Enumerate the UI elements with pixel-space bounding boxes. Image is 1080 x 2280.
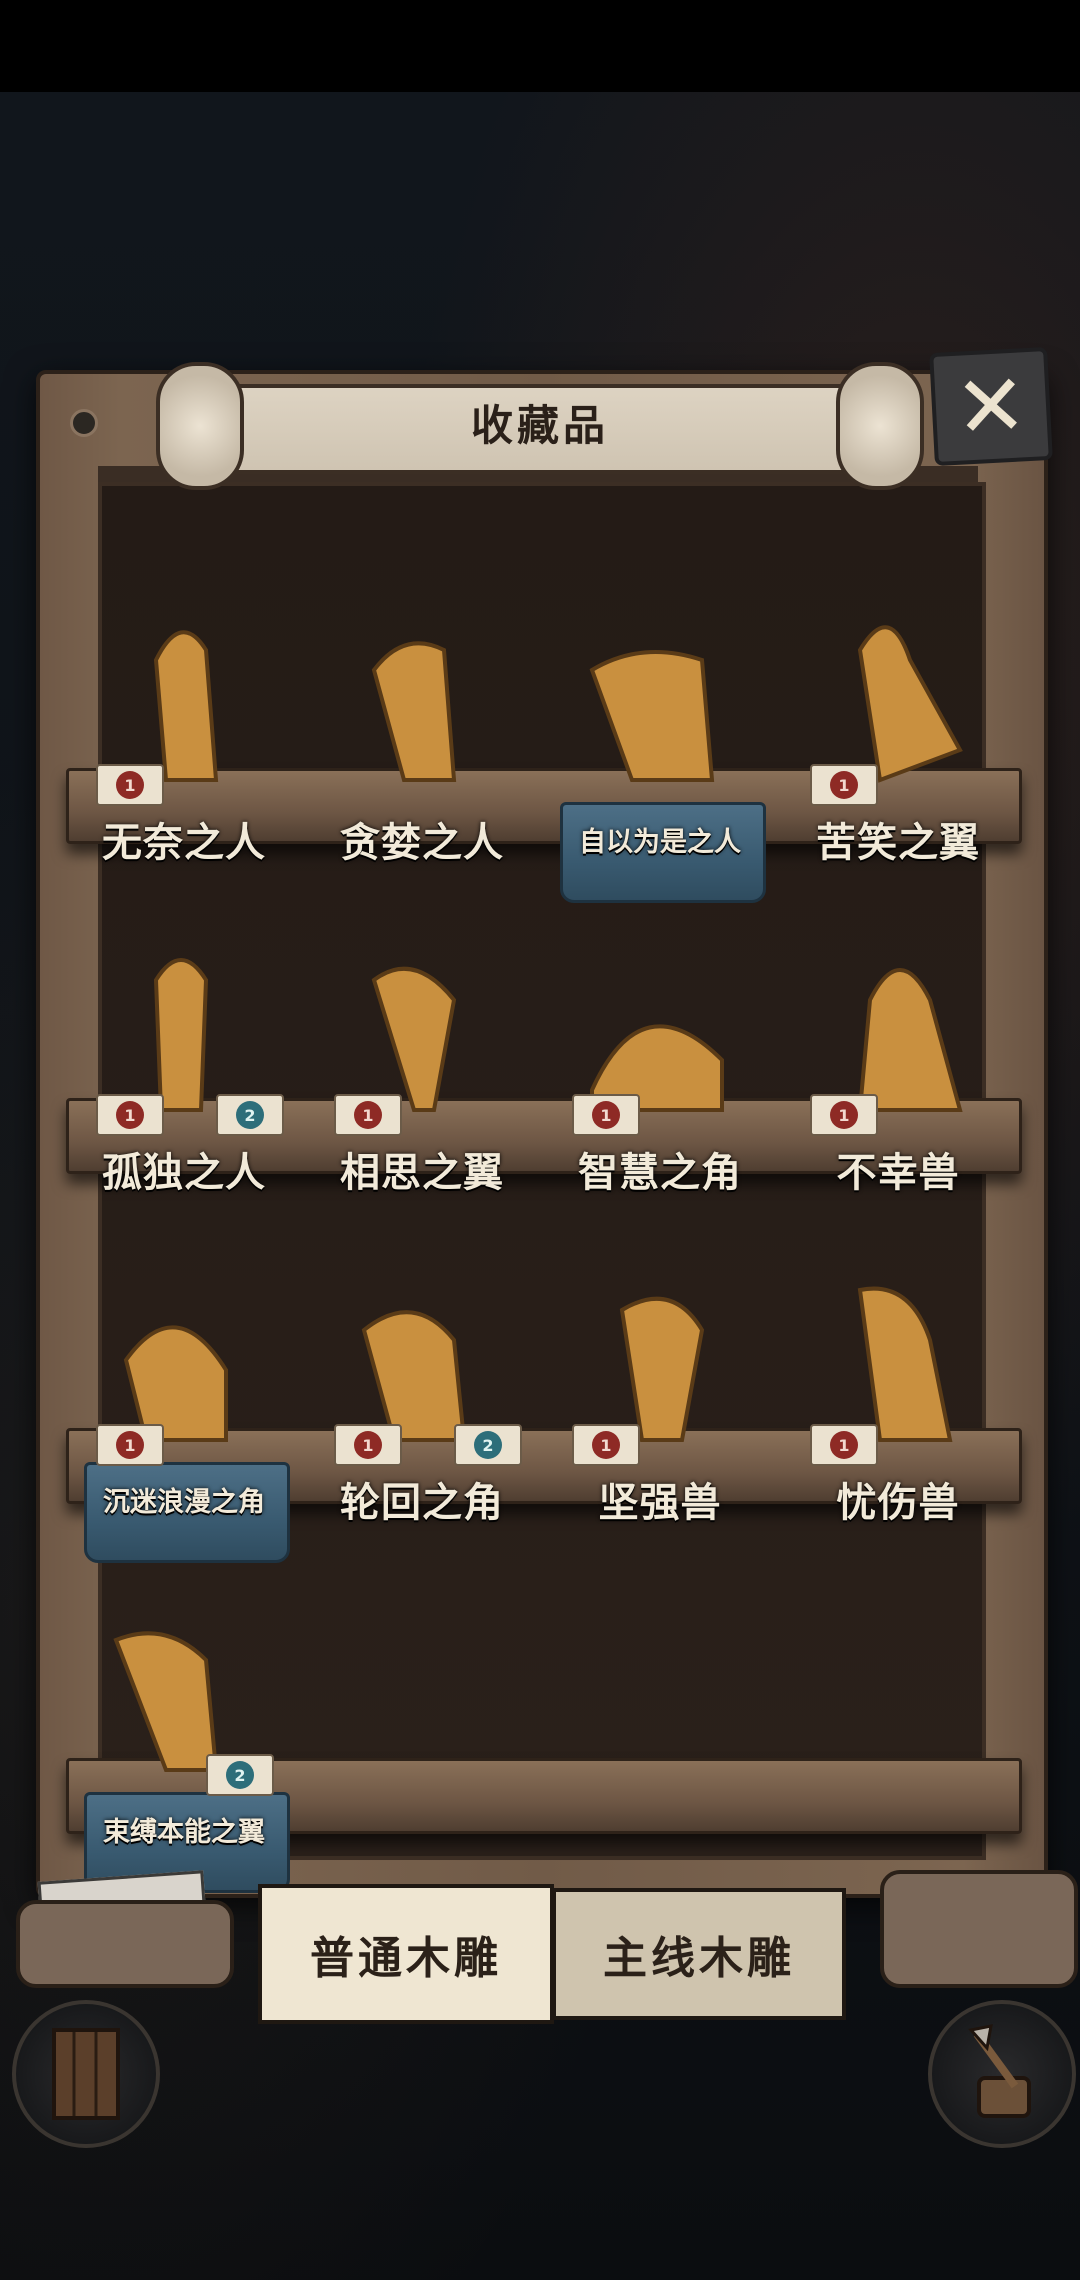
- count-badge-blue: 2: [206, 1754, 274, 1796]
- count-badge-red: 1: [334, 1094, 402, 1136]
- count-badge-red: 1: [810, 1424, 878, 1466]
- item-name: 自以为是之人: [579, 827, 741, 858]
- item-name: 忧伤兽: [836, 1479, 960, 1526]
- stone-pile-right: [880, 1870, 1078, 1988]
- count-badge-red: 1: [96, 1094, 164, 1136]
- item-name: 贪婪之人: [340, 819, 504, 866]
- badge-count: 2: [474, 1431, 502, 1459]
- item-name: 无奈之人: [102, 819, 266, 866]
- wood-carving-icon: [619, 1296, 705, 1442]
- count-badge-red: 1: [810, 764, 878, 806]
- badge-count: 1: [354, 1101, 382, 1129]
- collection-item[interactable]: 1 坚强兽: [542, 1240, 778, 1540]
- wood-carving-icon: [123, 1325, 228, 1442]
- tab-main-carvings[interactable]: 主线木雕: [552, 1888, 846, 2020]
- wood-carving-icon: [153, 958, 209, 1112]
- count-badge-red: 1: [810, 1094, 878, 1136]
- collection-item[interactable]: 1 2 轮回之角: [304, 1240, 540, 1540]
- count-badge-red: 1: [572, 1094, 640, 1136]
- collection-item[interactable]: 1 不幸兽: [780, 910, 1016, 1210]
- close-icon: ✕: [952, 354, 1030, 459]
- item-name: 坚强兽: [598, 1479, 722, 1526]
- badge-count: 1: [830, 771, 858, 799]
- wood-carving-icon: [113, 1631, 219, 1772]
- item-name: 沉迷浪漫之角: [103, 1487, 265, 1518]
- collection-item[interactable]: 1 智慧之角: [542, 910, 778, 1210]
- title-scroll: 收藏品: [150, 358, 930, 490]
- wood-carving-icon: [857, 968, 963, 1112]
- stone-pile-left: [16, 1900, 234, 1988]
- wood-carving-icon: [361, 1310, 467, 1442]
- item-name: 智慧之角: [578, 1149, 742, 1196]
- door-icon: [52, 2028, 120, 2120]
- page-title: 收藏品: [470, 401, 609, 450]
- item-name: 轮回之角: [340, 1479, 504, 1526]
- badge-count: 1: [116, 1431, 144, 1459]
- badge-count: 1: [592, 1101, 620, 1129]
- badge-count: 1: [116, 1101, 144, 1129]
- axe-stump-icon: [968, 2024, 1031, 2118]
- collection-item[interactable]: 贪婪之人: [304, 580, 540, 880]
- count-badge-red: 1: [96, 1424, 164, 1466]
- collection-item[interactable]: 1 苦笑之翼: [780, 580, 1016, 880]
- badge-count: 1: [116, 771, 144, 799]
- count-badge-red: 1: [96, 764, 164, 806]
- collection-item[interactable]: 1 忧伤兽: [780, 1240, 1016, 1540]
- wood-carving-icon: [857, 625, 963, 783]
- collection-item[interactable]: 2 束缚本能之翼: [66, 1570, 302, 1893]
- count-badge-red: 1: [572, 1424, 640, 1466]
- collection-item[interactable]: 1 相思之翼: [304, 910, 540, 1210]
- count-badge-blue: 2: [454, 1424, 522, 1466]
- nail-icon: [70, 409, 98, 437]
- count-badge-red: 1: [334, 1424, 402, 1466]
- wood-carving-icon: [857, 1286, 953, 1442]
- item-name: 孤独之人: [102, 1149, 266, 1196]
- collection-item[interactable]: 1 2 孤独之人: [66, 910, 302, 1210]
- badge-count: 2: [226, 1761, 254, 1789]
- door-button[interactable]: [12, 2000, 160, 2148]
- collection-item[interactable]: 自以为是之人: [542, 580, 778, 903]
- badge-count: 1: [830, 1431, 858, 1459]
- collection-item[interactable]: 1 无奈之人: [66, 580, 302, 880]
- wood-carving-icon: [153, 630, 219, 782]
- badge-count: 1: [592, 1431, 620, 1459]
- axe-button[interactable]: [928, 2000, 1076, 2148]
- count-badge-blue: 2: [216, 1094, 284, 1136]
- close-button[interactable]: ✕: [929, 346, 1053, 467]
- status-bar-area: [0, 0, 1080, 92]
- tab-normal-carvings[interactable]: 普通木雕: [258, 1884, 554, 2024]
- item-name: 束缚本能之翼: [103, 1817, 265, 1848]
- wood-carving-icon: [371, 641, 457, 782]
- badge-count: 1: [830, 1101, 858, 1129]
- wood-carving-icon: [590, 1024, 724, 1112]
- collection-item[interactable]: 1 沉迷浪漫之角: [66, 1240, 302, 1563]
- item-name: 苦笑之翼: [816, 819, 980, 866]
- item-name: 相思之翼: [340, 1149, 504, 1196]
- badge-count: 2: [236, 1101, 264, 1129]
- wood-carving-icon: [589, 650, 715, 782]
- badge-count: 1: [354, 1431, 382, 1459]
- item-name: 不幸兽: [836, 1149, 960, 1196]
- wood-carving-icon: [371, 966, 457, 1112]
